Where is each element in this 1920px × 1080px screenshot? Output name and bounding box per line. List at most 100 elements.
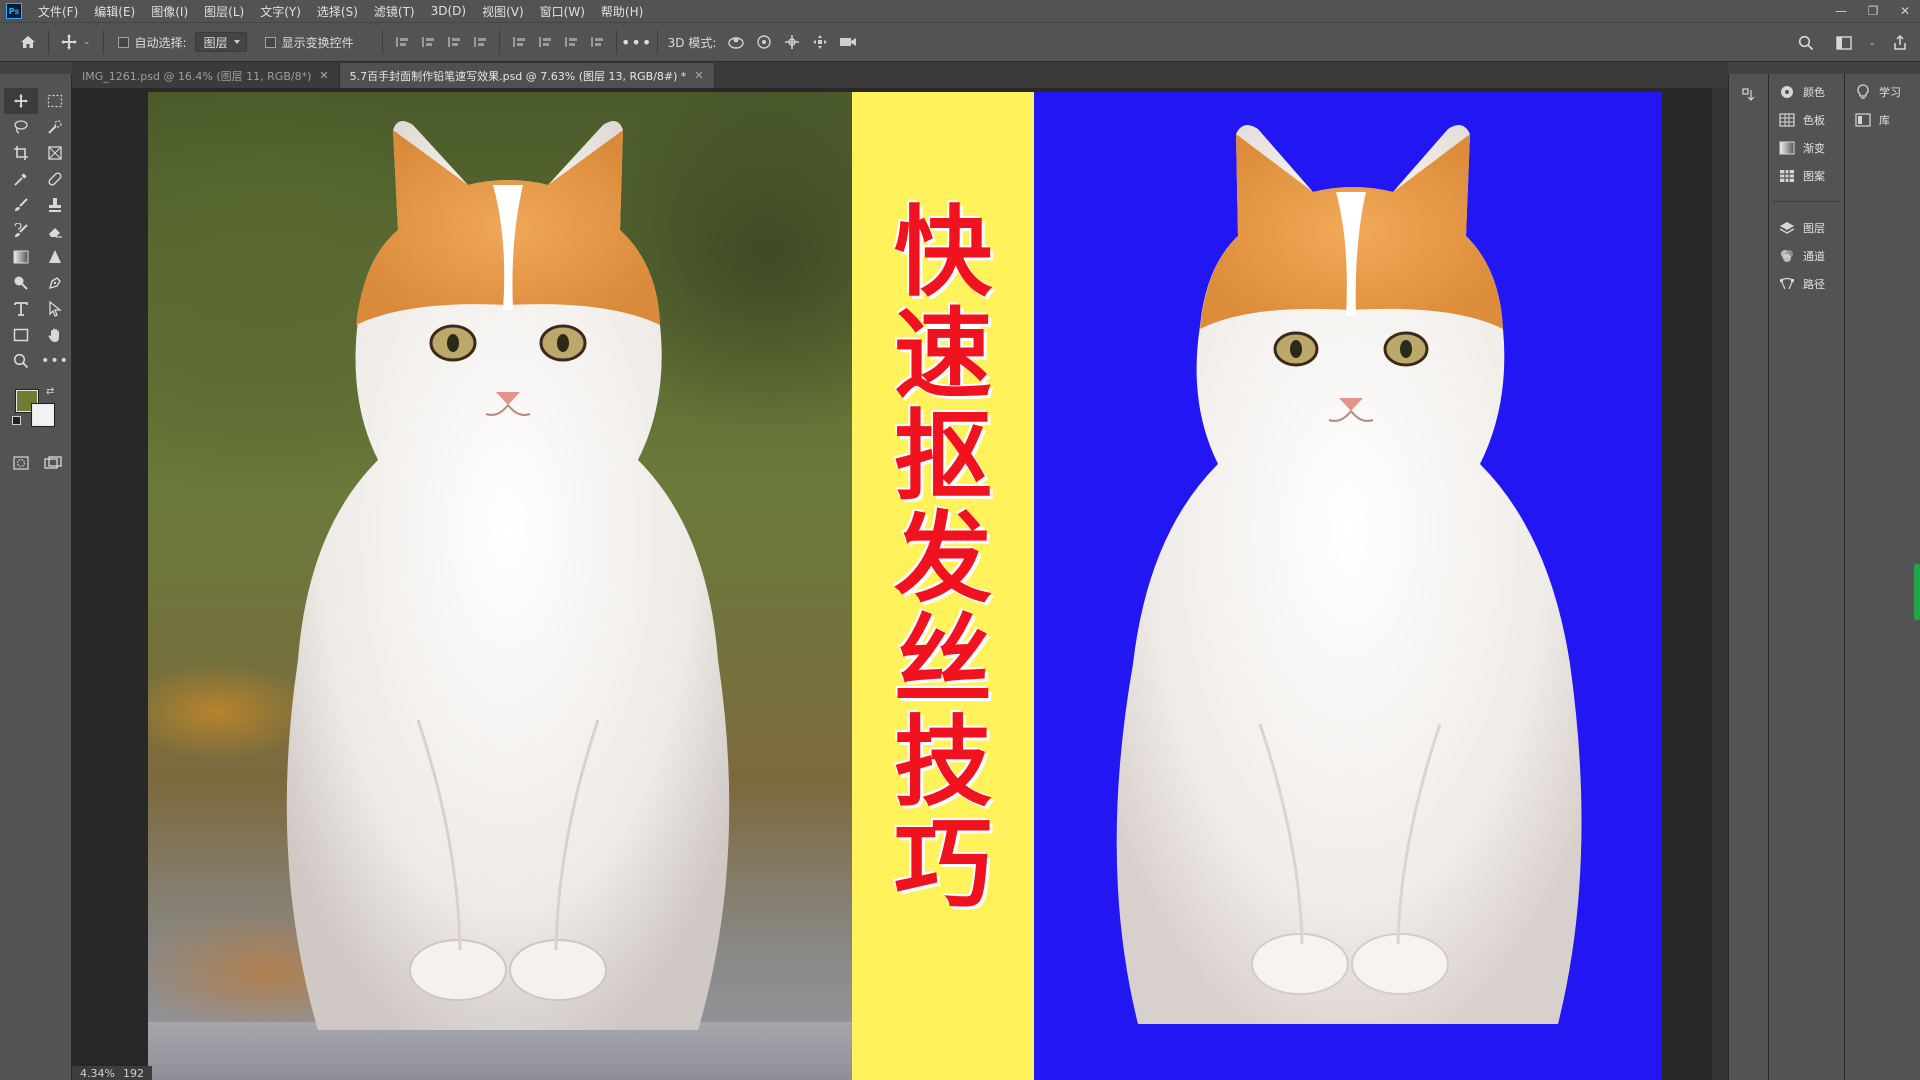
- edit-toolbar-icon[interactable]: •••: [38, 348, 72, 374]
- 3d-pan-icon[interactable]: [778, 28, 806, 56]
- panel-swatches[interactable]: 色板: [1769, 106, 1844, 134]
- tools-panel: ••• ⇄: [0, 74, 72, 1080]
- search-icon[interactable]: [1792, 29, 1820, 57]
- tab-active-document[interactable]: 5.7百手封面制作铅笔速写效果.psd @ 7.63% (图层 13, RGB/…: [339, 63, 715, 88]
- align-bottom-icon[interactable]: [558, 29, 584, 55]
- align-center-h-icon[interactable]: [415, 29, 441, 55]
- panel-patterns[interactable]: 图案: [1769, 162, 1844, 190]
- move-tool-icon[interactable]: [4, 88, 38, 114]
- zoom-tool-icon[interactable]: [4, 348, 38, 374]
- path-selection-tool-icon[interactable]: [38, 296, 72, 322]
- auto-select-checkbox[interactable]: 自动选择:: [117, 34, 187, 51]
- close-icon[interactable]: ✕: [319, 69, 328, 82]
- canvas-area[interactable]: 快 速 抠 发 丝 技 巧: [72, 88, 1728, 1080]
- panel-collapse-bar[interactable]: [1728, 62, 1920, 74]
- share-icon[interactable]: [1886, 29, 1914, 57]
- menu-3d[interactable]: 3D(D): [423, 4, 474, 18]
- distribute-v-icon[interactable]: [584, 29, 610, 55]
- default-colors-icon[interactable]: [12, 416, 21, 425]
- menu-file[interactable]: 文件(F): [30, 3, 86, 20]
- panel-libraries[interactable]: 库: [1845, 106, 1920, 134]
- panel-divider: [1773, 190, 1840, 202]
- crop-tool-icon[interactable]: [4, 140, 38, 166]
- close-icon[interactable]: ✕: [694, 69, 703, 82]
- tab-label: 5.7百手封面制作铅笔速写效果.psd @ 7.63% (图层 13, RGB/…: [349, 69, 687, 83]
- panel-label: 渐变: [1803, 142, 1825, 155]
- swap-colors-icon[interactable]: ⇄: [46, 386, 54, 397]
- clone-stamp-tool-icon[interactable]: [38, 192, 72, 218]
- brush-tool-icon[interactable]: [4, 192, 38, 218]
- panel-paths[interactable]: 路径: [1769, 270, 1844, 298]
- panel-layers[interactable]: 图层: [1769, 214, 1844, 242]
- panel-color[interactable]: 颜色: [1769, 78, 1844, 106]
- marquee-tool-icon[interactable]: [38, 88, 72, 114]
- more-options-icon[interactable]: •••: [621, 28, 651, 56]
- quick-mask-icon[interactable]: [10, 450, 32, 476]
- separator: [498, 30, 500, 54]
- dodge-tool-icon[interactable]: [4, 270, 38, 296]
- align-right-icon[interactable]: [441, 29, 467, 55]
- auto-select-dropdown[interactable]: 图层: [194, 32, 247, 52]
- 3d-slide-icon[interactable]: [806, 28, 834, 56]
- healing-brush-tool-icon[interactable]: [38, 166, 72, 192]
- background-color-swatch[interactable]: [31, 403, 55, 427]
- panel-gradients[interactable]: 渐变: [1769, 134, 1844, 162]
- history-brush-tool-icon[interactable]: [4, 218, 38, 244]
- 3d-camera-icon[interactable]: [834, 28, 862, 56]
- minimize-icon[interactable]: —: [1834, 4, 1848, 18]
- move-tool-preset-icon[interactable]: [55, 28, 83, 56]
- show-transform-checkbox[interactable]: 显示变换控件: [264, 34, 354, 51]
- show-transform-box[interactable]: [264, 36, 276, 48]
- menu-edit[interactable]: 编辑(E): [86, 3, 143, 20]
- workspace-icon[interactable]: [1830, 29, 1858, 57]
- eyedropper-tool-icon[interactable]: [4, 166, 38, 192]
- panel-channels[interactable]: 通道: [1769, 242, 1844, 270]
- 3d-roll-icon[interactable]: [750, 28, 778, 56]
- align-left-icon[interactable]: [389, 29, 415, 55]
- auto-select-box[interactable]: [117, 36, 129, 48]
- panel-learn[interactable]: 学习: [1845, 78, 1920, 106]
- show-transform-label: 显示变换控件: [281, 35, 354, 50]
- eraser-tool-icon[interactable]: [38, 218, 72, 244]
- close-icon[interactable]: ✕: [1898, 4, 1912, 18]
- 3d-orbit-icon[interactable]: [722, 28, 750, 56]
- panel-label: 学习: [1879, 86, 1901, 99]
- lasso-tool-icon[interactable]: [4, 114, 38, 140]
- frame-tool-icon[interactable]: [38, 140, 72, 166]
- panels-dock: 颜色 色板 渐变 图案 图层 通道 路径: [1768, 74, 1844, 1080]
- screen-mode-icon[interactable]: [42, 450, 64, 476]
- document-canvas[interactable]: 快 速 抠 发 丝 技 巧: [148, 92, 1662, 1080]
- menu-image[interactable]: 图像(I): [143, 3, 196, 20]
- align-middle-v-icon[interactable]: [532, 29, 558, 55]
- tab-img-1261[interactable]: IMG_1261.psd @ 16.4% (图层 11, RGB/8*) ✕: [72, 63, 340, 88]
- zoom-level[interactable]: 4.34%: [80, 1067, 115, 1080]
- distribute-icon[interactable]: [467, 29, 493, 55]
- menu-select[interactable]: 选择(S): [309, 3, 366, 20]
- gradient-tool-icon[interactable]: [4, 244, 38, 270]
- title-vertical-text: 快 速 抠 发 丝 技 巧: [852, 202, 1034, 916]
- hand-tool-icon[interactable]: [38, 322, 72, 348]
- title-char: 技: [893, 706, 992, 820]
- pen-tool-icon[interactable]: [38, 270, 72, 296]
- menu-view[interactable]: 视图(V): [474, 3, 532, 20]
- blur-tool-icon[interactable]: [38, 244, 72, 270]
- restore-icon[interactable]: ❐: [1866, 4, 1880, 18]
- menu-help[interactable]: 帮助(H): [593, 3, 651, 20]
- quick-selection-tool-icon[interactable]: [38, 114, 72, 140]
- align-top-icon[interactable]: [506, 29, 532, 55]
- properties-icon[interactable]: [1741, 88, 1757, 102]
- home-icon[interactable]: [14, 28, 42, 56]
- vertical-scrollbar[interactable]: [1712, 88, 1728, 1080]
- auto-select-value: 图层: [203, 35, 228, 50]
- menu-type[interactable]: 文字(Y): [252, 3, 309, 20]
- cat-cutout-right: [1116, 125, 1582, 1024]
- chevron-down-icon[interactable]: ⌄: [1868, 38, 1876, 48]
- menu-layer[interactable]: 图层(L): [196, 3, 252, 20]
- toolbar-collapse-bar[interactable]: [0, 62, 72, 74]
- menu-filter[interactable]: 滤镜(T): [366, 3, 423, 20]
- separator: [381, 30, 383, 54]
- type-tool-icon[interactable]: [4, 296, 38, 322]
- rectangle-tool-icon[interactable]: [4, 322, 38, 348]
- menu-window[interactable]: 窗口(W): [532, 3, 593, 20]
- chevron-down-icon[interactable]: ⌄: [83, 37, 91, 47]
